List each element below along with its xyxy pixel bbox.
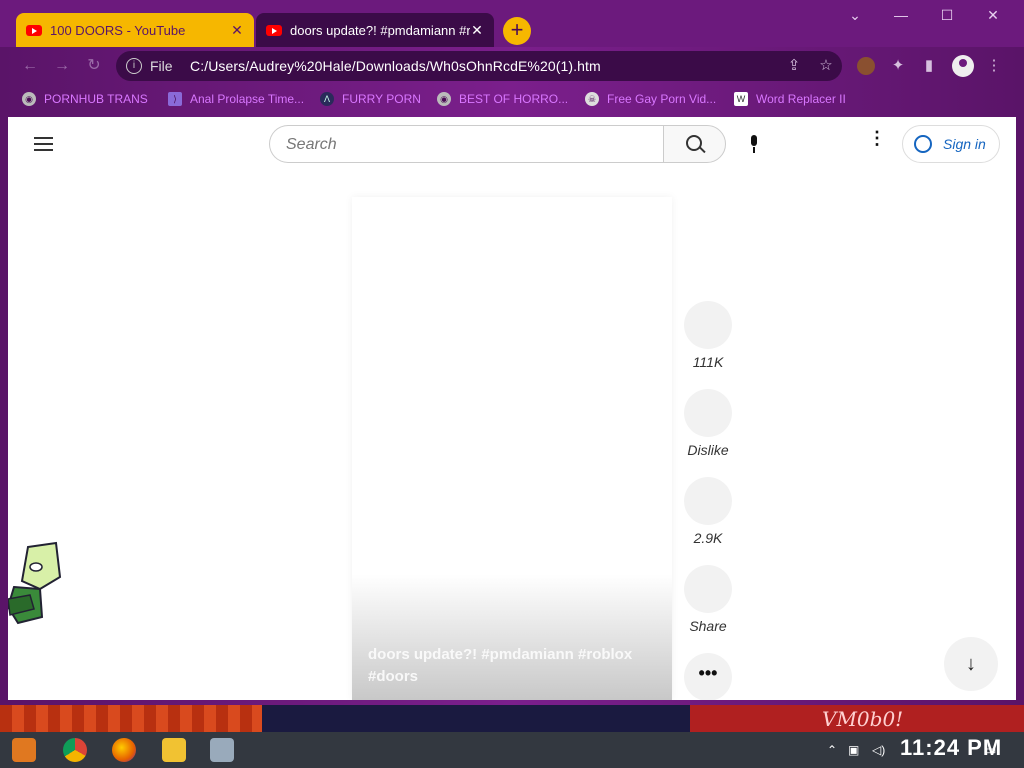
file-explorer-icon[interactable] — [162, 738, 186, 762]
globe-icon: ◉ — [22, 92, 36, 106]
start-button[interactable] — [12, 738, 36, 762]
search-icon — [686, 135, 702, 151]
tab-100-doors[interactable]: 100 DOORS - YouTube ✕ — [16, 13, 254, 47]
tab-doors-update[interactable]: doors update?! #pmdamiann #r ✕ — [256, 13, 494, 47]
youtube-icon — [266, 24, 282, 36]
settings-kebab-icon[interactable]: ⋮ — [868, 129, 886, 155]
extension-avatar-icon[interactable] — [857, 57, 875, 75]
reload-button[interactable]: ↻ — [84, 56, 104, 76]
bookmark-item[interactable]: W Word Replacer II — [734, 91, 846, 107]
dislike-label: Dislike — [687, 442, 729, 458]
wallpaper-watermark: VM0b0! — [822, 707, 904, 731]
browser-window: 100 DOORS - YouTube ✕ doors update?! #pm… — [0, 0, 1024, 705]
sign-in-button[interactable]: Sign in — [902, 125, 1000, 163]
share-label: Share — [689, 618, 727, 634]
search-button[interactable] — [663, 125, 726, 163]
network-icon[interactable]: ▣ — [848, 743, 859, 757]
bookmark-label: Free Gay Porn Vid... — [607, 92, 717, 106]
scroll-down-button[interactable]: ↓ — [944, 637, 998, 691]
voice-search-icon[interactable] — [749, 135, 759, 155]
minimize-button[interactable]: — — [891, 5, 911, 25]
like-button[interactable] — [684, 301, 732, 349]
forward-button[interactable]: → — [52, 56, 72, 76]
close-window-button[interactable]: ✕ — [983, 5, 1003, 25]
notifications-icon[interactable]: ▭ — [985, 743, 996, 757]
comments-button[interactable] — [684, 477, 732, 525]
youtube-icon — [26, 24, 42, 36]
bookmark-icon: ⟩ — [168, 92, 182, 106]
character-sticker — [8, 541, 62, 625]
like-count: 111K — [692, 354, 724, 370]
tray-overflow-icon[interactable]: ⌃ — [827, 743, 837, 757]
tab-close-button[interactable]: ✕ — [470, 22, 484, 39]
bookmark-item[interactable]: ☠ Free Gay Porn Vid... — [585, 91, 716, 107]
wr-icon: W — [734, 92, 748, 106]
globe-icon: ◉ — [437, 92, 451, 106]
video-title[interactable]: doors update?! #pmdamiann #roblox #doors — [368, 644, 658, 688]
skull-icon: ☠ — [585, 92, 599, 106]
bookmark-item[interactable]: Λ FURRY PORN — [320, 91, 421, 107]
bookmark-label: FURRY PORN — [342, 92, 421, 106]
bookmark-label: PORNHUB TRANS — [44, 92, 148, 106]
dislike-button[interactable] — [684, 389, 732, 437]
url-text: C:/Users/Audrey%20Hale/Downloads/Wh0sOhn… — [190, 58, 601, 74]
bookmark-item[interactable]: ◉ BEST OF HORRO... — [437, 91, 568, 107]
person-icon — [914, 135, 932, 153]
firefox-icon[interactable] — [112, 738, 136, 762]
extensions-puzzle-icon[interactable]: ✦ — [889, 57, 907, 75]
shorts-video-player[interactable] — [352, 197, 672, 700]
bookmark-label: Word Replacer II — [756, 92, 846, 106]
share-page-icon[interactable]: ⇪ — [785, 57, 803, 75]
tab-title: doors update?! #pmdamiann #r — [290, 22, 470, 38]
bookmark-item[interactable]: ◉ PORNHUB TRANS — [22, 91, 148, 107]
bookmark-star-icon[interactable]: ☆ — [817, 57, 835, 75]
tab-close-button[interactable]: ✕ — [230, 22, 244, 39]
side-panel-icon[interactable]: ▮ — [920, 57, 938, 75]
tab-search-dropdown-icon[interactable]: ⌄ — [845, 5, 865, 25]
info-icon[interactable]: i — [126, 58, 142, 74]
profile-avatar[interactable] — [952, 55, 974, 77]
menu-hamburger-icon[interactable] — [34, 137, 54, 153]
remote-desktop-icon[interactable] — [210, 738, 234, 762]
back-button[interactable]: ← — [20, 56, 40, 76]
address-bar[interactable]: i File C:/Users/Audrey%20Hale/Downloads/… — [116, 51, 842, 81]
bookmark-item[interactable]: ⟩ Anal Prolapse Time... — [168, 91, 304, 107]
sign-in-label: Sign in — [943, 136, 986, 152]
youtube-page: Search ⋮ Sign in doors update?! #pmdamia… — [8, 117, 1016, 700]
scheme-label: File — [150, 58, 173, 74]
tab-title: 100 DOORS - YouTube — [50, 22, 186, 38]
bookmark-label: BEST OF HORRO... — [459, 92, 569, 106]
search-input[interactable]: Search — [269, 125, 663, 163]
maximize-button[interactable]: ☐ — [937, 5, 957, 25]
more-options-button[interactable]: ••• — [684, 653, 732, 700]
share-button[interactable] — [684, 565, 732, 613]
chrome-icon[interactable] — [63, 738, 87, 762]
volume-icon[interactable]: ◁) — [872, 743, 885, 757]
taskbar-bar — [0, 732, 1024, 768]
comments-count: 2.9K — [693, 530, 723, 546]
new-tab-button[interactable]: + — [503, 17, 531, 45]
menu-kebab-icon[interactable]: ⋮ — [985, 57, 1003, 75]
bookmark-label: Anal Prolapse Time... — [190, 92, 305, 106]
taskbar: VM0b0! ⌃ ▣ ◁) 11:24 PM ▭ — [0, 705, 1024, 768]
a-logo-icon: Λ — [320, 92, 334, 106]
